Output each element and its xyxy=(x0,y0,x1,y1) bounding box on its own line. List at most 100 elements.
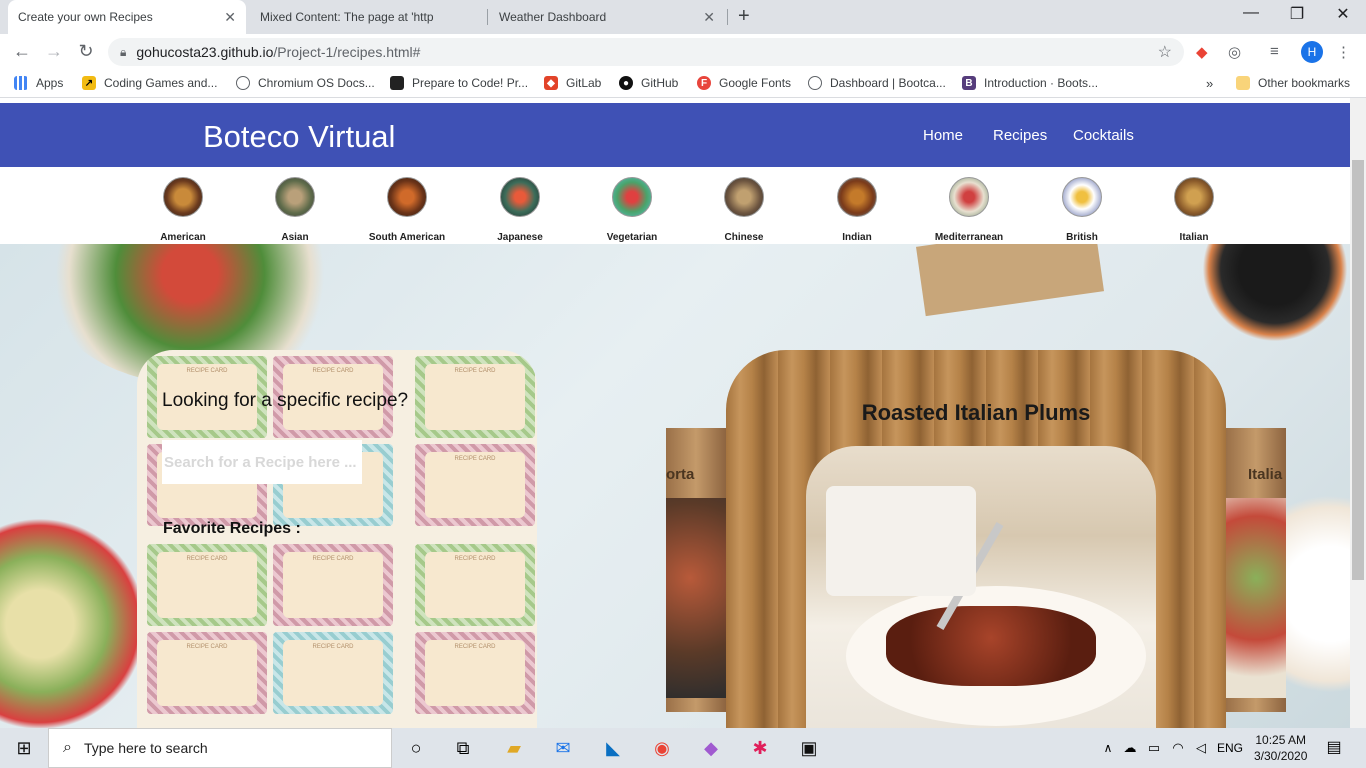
github-icon: ● xyxy=(619,76,633,90)
volume-icon[interactable]: ◁ xyxy=(1189,736,1213,760)
tab-create-recipes[interactable]: Create your own Recipes ✕ xyxy=(8,0,246,186)
cuisine-asian[interactable]: Asian xyxy=(240,177,350,243)
bookmark-bootstrap-intro[interactable]: B Introduction · Boots... xyxy=(962,76,1098,90)
bookmark-star-icon[interactable]: ☆ xyxy=(1158,42,1172,62)
language-indicator[interactable]: ENG xyxy=(1215,736,1245,760)
tab-divider xyxy=(727,9,728,25)
recipe-card-graphic xyxy=(415,356,535,438)
carousel-active-card[interactable]: Roasted Italian Plums xyxy=(726,350,1226,728)
profile-avatar[interactable]: H xyxy=(1301,41,1323,63)
bookmark-coding-games[interactable]: ↗ Coding Games and... xyxy=(82,76,217,90)
extension-arrows-icon[interactable]: ◆ xyxy=(1196,43,1208,61)
cuisine-label: South American xyxy=(368,232,446,243)
wifi-icon[interactable]: ◠ xyxy=(1166,736,1190,760)
cuisine-indian[interactable]: Indian xyxy=(802,177,912,243)
cuisine-thumbnail xyxy=(163,177,203,217)
cuisine-british[interactable]: British xyxy=(1027,177,1137,243)
carousel-prev-image xyxy=(666,498,726,698)
slack-icon[interactable]: ✱ xyxy=(748,736,772,760)
task-view-icon[interactable]: ⧉ xyxy=(451,736,475,760)
tab-title: Mixed Content: The page at 'http xyxy=(260,10,434,24)
site-brand[interactable]: Boteco Virtual xyxy=(203,119,395,155)
scrollbar-thumb[interactable] xyxy=(1352,160,1364,580)
cuisine-american[interactable]: American xyxy=(128,177,238,243)
cuisine-label: American xyxy=(160,232,206,243)
bookmarks-overflow-chevron[interactable]: » xyxy=(1206,76,1213,91)
bookmark-github[interactable]: ● GitHub xyxy=(619,76,678,90)
cloud-icon[interactable]: ☁ xyxy=(1118,736,1142,760)
bookmark-label: GitLab xyxy=(566,76,602,90)
google-fonts-icon: F xyxy=(697,76,711,90)
browser-tab-strip: Create your own Recipes ✕ Mixed Content:… xyxy=(0,0,1366,186)
bookmark-google-fonts[interactable]: F Google Fonts xyxy=(697,76,791,90)
recipe-search-input[interactable] xyxy=(162,440,362,484)
cuisine-chinese[interactable]: Chinese xyxy=(689,177,799,243)
cuisine-south-american[interactable]: South American xyxy=(352,177,462,243)
chevron-up-icon[interactable]: ∧ xyxy=(1096,736,1120,760)
book-icon xyxy=(390,76,404,90)
gitlab-icon: ◆ xyxy=(544,76,558,90)
recipe-card-graphic xyxy=(415,444,535,526)
url-path: /Project-1/recipes.html# xyxy=(273,44,421,60)
bookmarks-bar: Apps ↗ Coding Games and... Chromium OS Do… xyxy=(0,70,1366,98)
new-tab-button[interactable]: + xyxy=(738,5,750,28)
bookmark-bootcamp-dashboard[interactable]: Dashboard | Bootca... xyxy=(808,76,946,90)
file-explorer-icon[interactable]: ▰ xyxy=(502,736,526,760)
chrome-icon[interactable]: ◉ xyxy=(650,736,674,760)
carousel-next-card[interactable]: Italia xyxy=(1226,428,1286,712)
mail-icon[interactable]: ✉ xyxy=(551,736,575,760)
recipe-title: Roasted Italian Plums xyxy=(861,400,1091,425)
bookmark-apps[interactable]: Apps xyxy=(14,76,63,90)
cortana-icon[interactable]: ○ xyxy=(404,736,428,760)
other-bookmarks[interactable]: Other bookmarks xyxy=(1236,76,1350,90)
cuisine-label: British xyxy=(1066,232,1098,243)
recipe-card-graphic xyxy=(415,544,535,626)
bookmark-gitlab[interactable]: ◆ GitLab xyxy=(544,76,601,90)
nav-cocktails-link[interactable]: Cocktails xyxy=(1073,127,1134,144)
battery-icon[interactable]: ▭ xyxy=(1142,736,1166,760)
vscode-icon[interactable]: ◣ xyxy=(601,736,625,760)
recipe-card-graphic xyxy=(273,544,393,626)
cuisine-japanese[interactable]: Japanese xyxy=(465,177,575,243)
bookmark-label: Prepare to Code! Pr... xyxy=(412,76,529,90)
folder-icon xyxy=(1236,76,1250,90)
nav-recipes-link[interactable]: Recipes xyxy=(993,127,1047,144)
kebab-menu-icon[interactable]: ⋮ xyxy=(1336,43,1351,61)
reload-icon[interactable]: ↻ xyxy=(74,41,98,62)
media-queue-icon[interactable]: ≡ xyxy=(1270,43,1279,60)
address-bar[interactable]: 🔒︎ gohucosta23.github.io/Project-1/recip… xyxy=(108,38,1184,66)
notifications-icon[interactable]: ▤ xyxy=(1322,736,1346,760)
maximize-button[interactable]: ❐ xyxy=(1274,4,1320,24)
windows-start-icon[interactable]: ⊞ xyxy=(12,736,36,760)
terminal-icon[interactable]: ▣ xyxy=(797,736,821,760)
recipe-image xyxy=(806,446,1156,728)
cuisine-italian[interactable]: Italian xyxy=(1139,177,1249,243)
extension-circle-icon[interactable]: ◎ xyxy=(1228,43,1241,61)
close-window-button[interactable]: ✕ xyxy=(1320,4,1366,24)
cuisine-thumbnail xyxy=(1062,177,1102,217)
cuisine-thumbnail xyxy=(837,177,877,217)
cuisine-mediterranean[interactable]: Mediterranean xyxy=(914,177,1024,243)
bookmark-prepare-to-code[interactable]: Prepare to Code! Pr... xyxy=(390,76,528,90)
minimize-button[interactable]: — xyxy=(1228,4,1274,22)
forward-arrow-icon[interactable]: → xyxy=(42,41,66,62)
cuisine-thumbnail xyxy=(387,177,427,217)
close-tab-icon[interactable]: ✕ xyxy=(224,9,236,26)
close-tab-icon[interactable]: ✕ xyxy=(703,9,715,26)
nav-home-link[interactable]: Home xyxy=(923,127,963,144)
page-scrollbar[interactable] xyxy=(1350,98,1366,728)
tab-weather-dashboard[interactable]: Weather Dashboard ✕ xyxy=(489,0,725,186)
carousel-prev-card[interactable]: orta xyxy=(666,428,726,712)
tab-mixed-content[interactable]: Mixed Content: The page at 'http xyxy=(250,0,486,186)
cuisine-label: Japanese xyxy=(497,232,543,243)
cutting-board-image xyxy=(916,244,1104,317)
system-clock[interactable]: 10:25 AM 3/30/2020 xyxy=(1254,732,1307,764)
bookmark-chromium-docs[interactable]: Chromium OS Docs... xyxy=(236,76,375,90)
back-arrow-icon[interactable]: ← xyxy=(10,41,34,62)
recipe-card-graphic xyxy=(147,544,267,626)
app-icon[interactable]: ◆ xyxy=(699,736,723,760)
cuisine-vegetarian[interactable]: Vegetarian xyxy=(577,177,687,243)
carousel-next-image xyxy=(1226,498,1286,698)
taskbar-search-box[interactable]: ⌕ Type here to search xyxy=(48,728,392,768)
search-icon: ⌕ xyxy=(63,739,72,756)
